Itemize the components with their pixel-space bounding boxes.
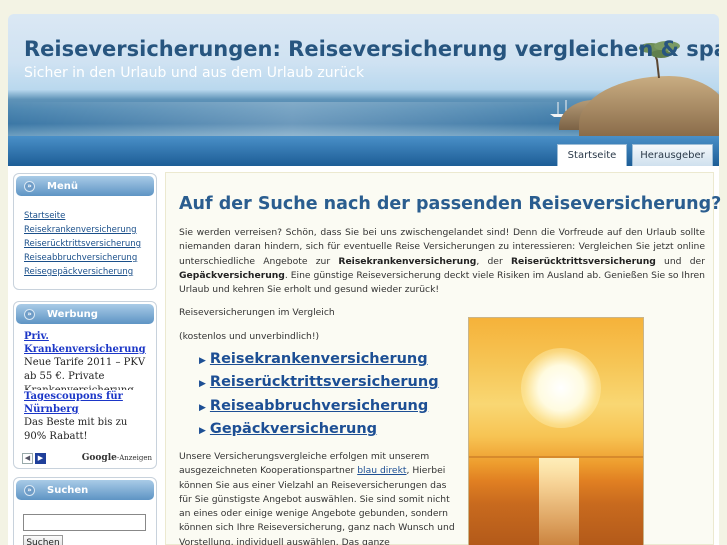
- ads-widget-title: Werbung: [47, 308, 98, 320]
- partner-link[interactable]: blau direkt: [357, 465, 406, 476]
- main-content: Auf der Suche nach der passenden Reiseve…: [165, 172, 721, 545]
- ad-list: Priv. Krankenversicherung Neue Tarife 20…: [14, 326, 156, 442]
- search-input[interactable]: [23, 514, 146, 531]
- arrow-right-icon: »: [24, 484, 35, 496]
- site-header: Reiseversicherungen: Reiseversicherung v…: [8, 14, 719, 136]
- header-rock: [579, 76, 719, 136]
- ad-text: Das Beste mit bis zu 90% Rabatt! Restaur…: [24, 417, 128, 442]
- menu-item-reiseruecktrittsversicherung[interactable]: Reiserücktrittsversicherung: [24, 237, 156, 251]
- triangle-right-icon: ▶: [199, 379, 206, 389]
- main-navigation: Startseite Herausgeber: [8, 136, 719, 166]
- link-reisekrankenversicherung[interactable]: ▶ Reisekrankenversicherung: [199, 351, 428, 367]
- triangle-right-icon: ▶: [199, 403, 206, 413]
- ad-title-link[interactable]: Priv. Krankenversicherung: [24, 330, 156, 356]
- search-button[interactable]: Suchen: [23, 535, 63, 545]
- intro-keyword: Gepäckversicherung: [179, 269, 285, 281]
- ad-footer: ◀ ▶ Google-Anzeigen: [22, 451, 152, 465]
- link-reiseabbruchversicherung[interactable]: ▶ Reiseabbruchversicherung: [199, 398, 428, 414]
- intro-paragraph: Sie werden verreisen? Schön, dass Sie be…: [179, 227, 705, 296]
- menu-item-reiseabbruchversicherung[interactable]: Reiseabbruchversicherung: [24, 251, 156, 265]
- menu-item-startseite[interactable]: Startseite: [24, 209, 156, 223]
- partner-paragraph: Unsere Versicherungsvergleiche erfolgen …: [179, 451, 455, 545]
- link-gepaeckversicherung[interactable]: ▶ Gepäckversicherung: [199, 421, 377, 437]
- site-subtitle: Sicher in den Urlaub und aus dem Urlaub …: [24, 65, 365, 81]
- menu-widget-header: » Menü: [16, 176, 154, 196]
- search-widget: » Suchen Suchen: [13, 477, 157, 545]
- intro-keyword: Reiserücktrittsversicherung: [510, 255, 656, 267]
- ad-item: Tagescoupons für Nürnberg Das Beste mit …: [24, 390, 156, 442]
- menu-list: Startseite Reisekrankenversicherung Reis…: [14, 198, 156, 279]
- menu-widget-title: Menü: [47, 180, 78, 192]
- arrow-right-icon: »: [24, 308, 35, 320]
- triangle-right-icon: ▶: [199, 356, 206, 366]
- tab-herausgeber[interactable]: Herausgeber: [632, 144, 713, 166]
- link-reiseruecktrittsversicherung[interactable]: ▶ Reiserücktrittsversicherung: [199, 374, 439, 390]
- chevron-right-icon[interactable]: ▶: [35, 452, 46, 464]
- google-ads-label[interactable]: Google-Anzeigen: [82, 453, 152, 463]
- ads-widget: » Werbung Priv. Krankenversicherung Neue…: [13, 301, 157, 469]
- intro-keyword: Reisekrankenversicherung: [338, 255, 477, 267]
- menu-item-reisekrankenversicherung[interactable]: Reisekrankenversicherung: [24, 223, 156, 237]
- google-label: Google: [81, 453, 117, 463]
- menu-widget: » Menü Startseite Reisekrankenversicheru…: [13, 173, 157, 290]
- search-widget-title: Suchen: [47, 484, 89, 496]
- page-title: Auf der Suche nach der passenden Reiseve…: [179, 194, 722, 214]
- sun-reflection: [539, 458, 579, 545]
- sun-graphic: [521, 348, 601, 428]
- compare-label: Reiseversicherungen im Vergleich: [179, 307, 335, 318]
- anzeigen-label: -Anzeigen: [116, 454, 152, 462]
- ad-text: Neue Tarife 2011 – PKV ab 55 €. Private …: [24, 357, 146, 390]
- ad-title-link[interactable]: Tagescoupons für Nürnberg: [24, 390, 156, 416]
- ad-item: Priv. Krankenversicherung Neue Tarife 20…: [24, 330, 156, 390]
- site-title[interactable]: Reiseversicherungen: Reiseversicherung v…: [24, 37, 719, 61]
- free-label: (kostenlos und unverbindlich!): [179, 331, 320, 342]
- ads-widget-header: » Werbung: [16, 304, 154, 324]
- triangle-right-icon: ▶: [199, 426, 206, 436]
- arrow-right-icon: »: [24, 180, 35, 192]
- search-widget-header: » Suchen: [16, 480, 154, 500]
- sunset-image: [468, 317, 644, 545]
- menu-item-reisegepaeckversicherung[interactable]: Reisegepäckversicherung: [24, 265, 156, 279]
- tab-startseite[interactable]: Startseite: [557, 144, 627, 166]
- chevron-left-icon[interactable]: ◀: [22, 452, 33, 464]
